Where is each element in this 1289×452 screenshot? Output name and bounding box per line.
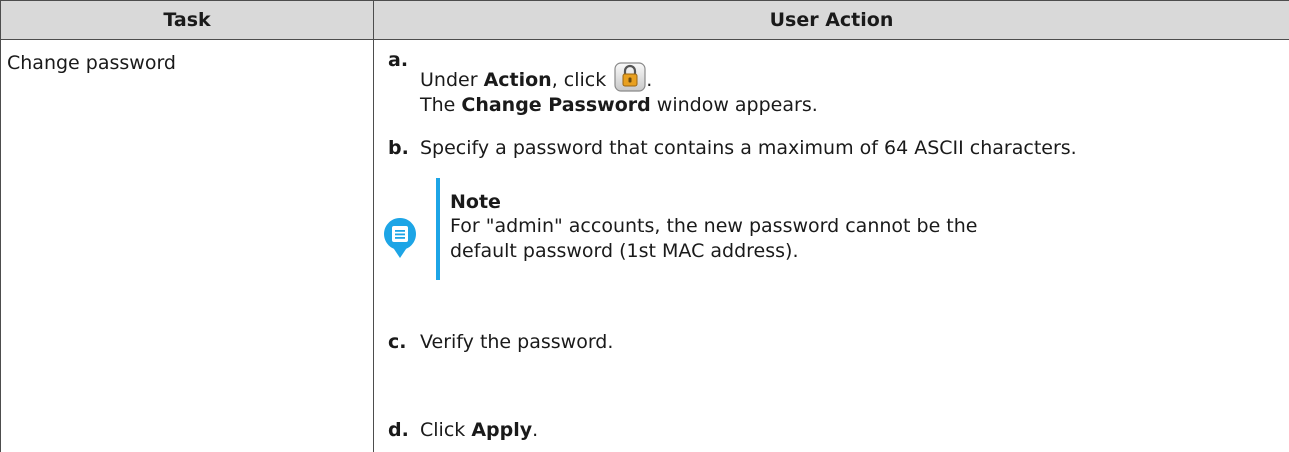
lock-icon xyxy=(614,62,646,92)
note-title: Note xyxy=(450,191,501,213)
step-letter: c. xyxy=(388,331,407,353)
step-text: Specify a password that contains a maxim… xyxy=(420,137,1077,159)
note-accent-bar xyxy=(436,178,440,280)
step-body: Under Action, click . The Change Passwor… xyxy=(420,62,1280,118)
step-text: Verify the password. xyxy=(420,331,614,353)
header-task: Task xyxy=(0,0,374,40)
step-text: . xyxy=(532,419,539,441)
step-bold: Apply xyxy=(471,419,533,441)
header-user-action: User Action xyxy=(373,0,1289,40)
action-cell: a. Under Action, click . The Change Pass… xyxy=(373,39,1289,452)
step-bold: Change Password xyxy=(461,94,651,116)
step-text: Under xyxy=(420,69,484,91)
step-text: The xyxy=(420,94,462,116)
step-text: , click xyxy=(551,69,613,91)
task-name: Change password xyxy=(7,52,176,74)
table-header-row: Task User Action xyxy=(0,0,1289,40)
step-letter: d. xyxy=(388,419,409,441)
step-text: Click xyxy=(420,419,472,441)
task-action-table: Task User Action Change password a. Unde… xyxy=(0,0,1289,452)
step-text: . xyxy=(646,69,653,91)
step-letter: a. xyxy=(388,49,409,71)
step-bold: Action xyxy=(483,69,552,91)
step-letter: b. xyxy=(388,137,409,159)
note-text: For "admin" accounts, the new password c… xyxy=(450,215,978,262)
task-cell: Change password xyxy=(0,39,374,452)
note-icon xyxy=(382,216,418,260)
note-callout: Note For "admin" accounts, the new passw… xyxy=(382,178,1142,280)
step-text: window appears. xyxy=(650,94,818,116)
step-body: Click Apply. xyxy=(420,418,538,443)
table-row: Change password a. Under Action, click .… xyxy=(0,39,1289,452)
